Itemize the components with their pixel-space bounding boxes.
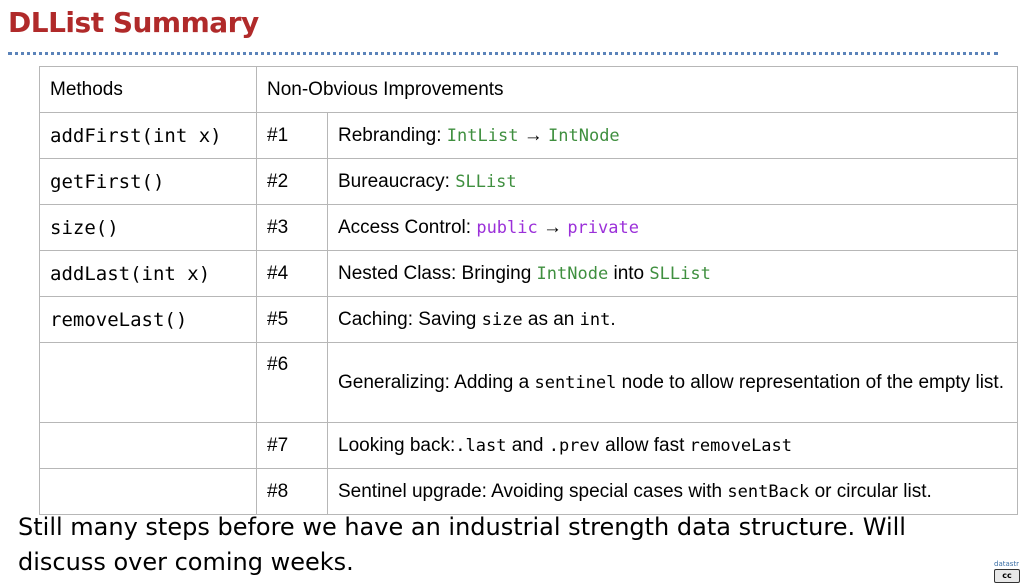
method-cell: addLast(int x)	[39, 250, 257, 297]
text-fragment: Rebranding:	[338, 124, 447, 146]
table-row: addLast(int x) #4 Nested Class: Bringing I…	[39, 250, 1019, 297]
text-fragment: Generalizing: Adding a	[338, 371, 535, 393]
text-fragment: Nested Class: Bringing	[338, 262, 537, 284]
text-fragment: sentBack	[727, 481, 810, 502]
table-row: removeLast() #5 Caching: Saving size as an…	[39, 296, 1019, 343]
table-row: #7 Looking back:.last and .prev allow fas…	[39, 422, 1019, 469]
improvement-description: Looking back:.last and .prev allow fast …	[326, 422, 1019, 469]
text-fragment: Caching: Saving	[338, 308, 482, 330]
summary-table-body: Methods Non-Obvious Improvements addFirs…	[39, 66, 1019, 515]
summary-table: Methods Non-Obvious Improvements addFirs…	[39, 66, 1019, 515]
text-fragment: removeLast	[689, 435, 793, 456]
method-cell	[39, 422, 257, 469]
text-fragment: IntList	[446, 125, 519, 146]
text-fragment: private	[567, 217, 639, 238]
improvement-description: Nested Class: Bringing IntNode into SLLi…	[326, 250, 1019, 297]
text-fragment: size	[481, 309, 523, 330]
improvement-description: Generalizing: Adding a sentinel node to …	[326, 342, 1019, 423]
improvement-text: Caching: Saving size as an int.	[338, 309, 616, 330]
improvement-number: #1	[256, 112, 328, 159]
slide-title: DLList Summary	[8, 6, 259, 39]
improvement-description: Bureaucracy: SLList	[326, 158, 1019, 205]
text-fragment: .prev	[548, 435, 600, 456]
text-fragment: allow fast	[599, 434, 690, 456]
header-improvements: Non-Obvious Improvements	[255, 66, 1019, 113]
text-fragment: and	[506, 434, 549, 456]
text-fragment: .	[610, 308, 616, 330]
title-underline-divider	[8, 52, 998, 55]
text-fragment: →	[537, 216, 568, 238]
method-cell: addFirst(int x)	[39, 112, 257, 159]
table-row: #8 Sentinel upgrade: Avoiding special cas…	[39, 468, 1019, 515]
improvement-number: #6	[256, 342, 328, 423]
improvement-description: Caching: Saving size as an int.	[326, 296, 1019, 343]
text-fragment: into	[608, 262, 650, 284]
text-fragment: →	[518, 124, 549, 146]
table-row: size() #3 Access Control: public → private	[39, 204, 1019, 251]
improvement-text: Bureaucracy: SLList	[338, 171, 517, 192]
improvement-text: Rebranding: IntList → IntNode	[338, 125, 620, 146]
improvement-description: Rebranding: IntList → IntNode	[326, 112, 1019, 159]
improvement-text: Access Control: public → private	[338, 217, 639, 238]
text-fragment: as an	[522, 308, 580, 330]
improvement-number: #2	[256, 158, 328, 205]
text-fragment: SLList	[649, 263, 711, 284]
text-fragment: .last	[455, 435, 507, 456]
method-cell	[39, 468, 257, 515]
license-label: datastr	[994, 560, 1020, 568]
footnote-text: Still many steps before we have an indus…	[18, 513, 906, 576]
table-header-row: Methods Non-Obvious Improvements	[39, 66, 1019, 113]
improvement-text: Generalizing: Adding a sentinel node to …	[338, 367, 1007, 399]
text-fragment: sentinel	[534, 372, 617, 393]
improvement-description: Access Control: public → private	[326, 204, 1019, 251]
method-cell: removeLast()	[39, 296, 257, 343]
text-fragment: IntNode	[548, 125, 620, 146]
improvement-number: #8	[256, 468, 328, 515]
text-fragment: Access Control:	[338, 216, 477, 238]
improvement-text: Nested Class: Bringing IntNode into SLLi…	[338, 263, 711, 284]
improvement-text: Looking back:.last and .prev allow fast …	[338, 435, 792, 456]
improvement-number: #3	[256, 204, 328, 251]
improvement-description: Sentinel upgrade: Avoiding special cases…	[326, 468, 1019, 515]
table-row: getFirst() #2 Bureaucracy: SLList	[39, 158, 1019, 205]
method-cell: getFirst()	[39, 158, 257, 205]
text-fragment: Sentinel upgrade: Avoiding special cases…	[338, 480, 728, 502]
license-badge: datastr cc	[994, 560, 1020, 583]
improvement-text: Sentinel upgrade: Avoiding special cases…	[338, 481, 932, 502]
text-fragment: int	[579, 309, 611, 330]
method-cell	[39, 342, 257, 423]
text-fragment: Bureaucracy:	[338, 170, 456, 192]
text-fragment: node to allow representation of the empt…	[616, 371, 1004, 393]
improvement-number: #4	[256, 250, 328, 297]
improvement-number: #5	[256, 296, 328, 343]
cc-icon: cc	[994, 569, 1020, 583]
header-methods: Methods	[39, 66, 257, 113]
text-fragment: IntNode	[536, 263, 609, 284]
improvement-number: #7	[256, 422, 328, 469]
method-cell: size()	[39, 204, 257, 251]
text-fragment: SLList	[455, 171, 517, 192]
table-row: addFirst(int x) #1 Rebranding: IntList → I…	[39, 112, 1019, 159]
text-fragment: public	[476, 217, 538, 238]
table-row: #6 Generalizing: Adding a sentinel node t…	[39, 342, 1019, 423]
text-fragment: or circular list.	[809, 480, 932, 502]
text-fragment: Looking back:	[338, 434, 456, 456]
